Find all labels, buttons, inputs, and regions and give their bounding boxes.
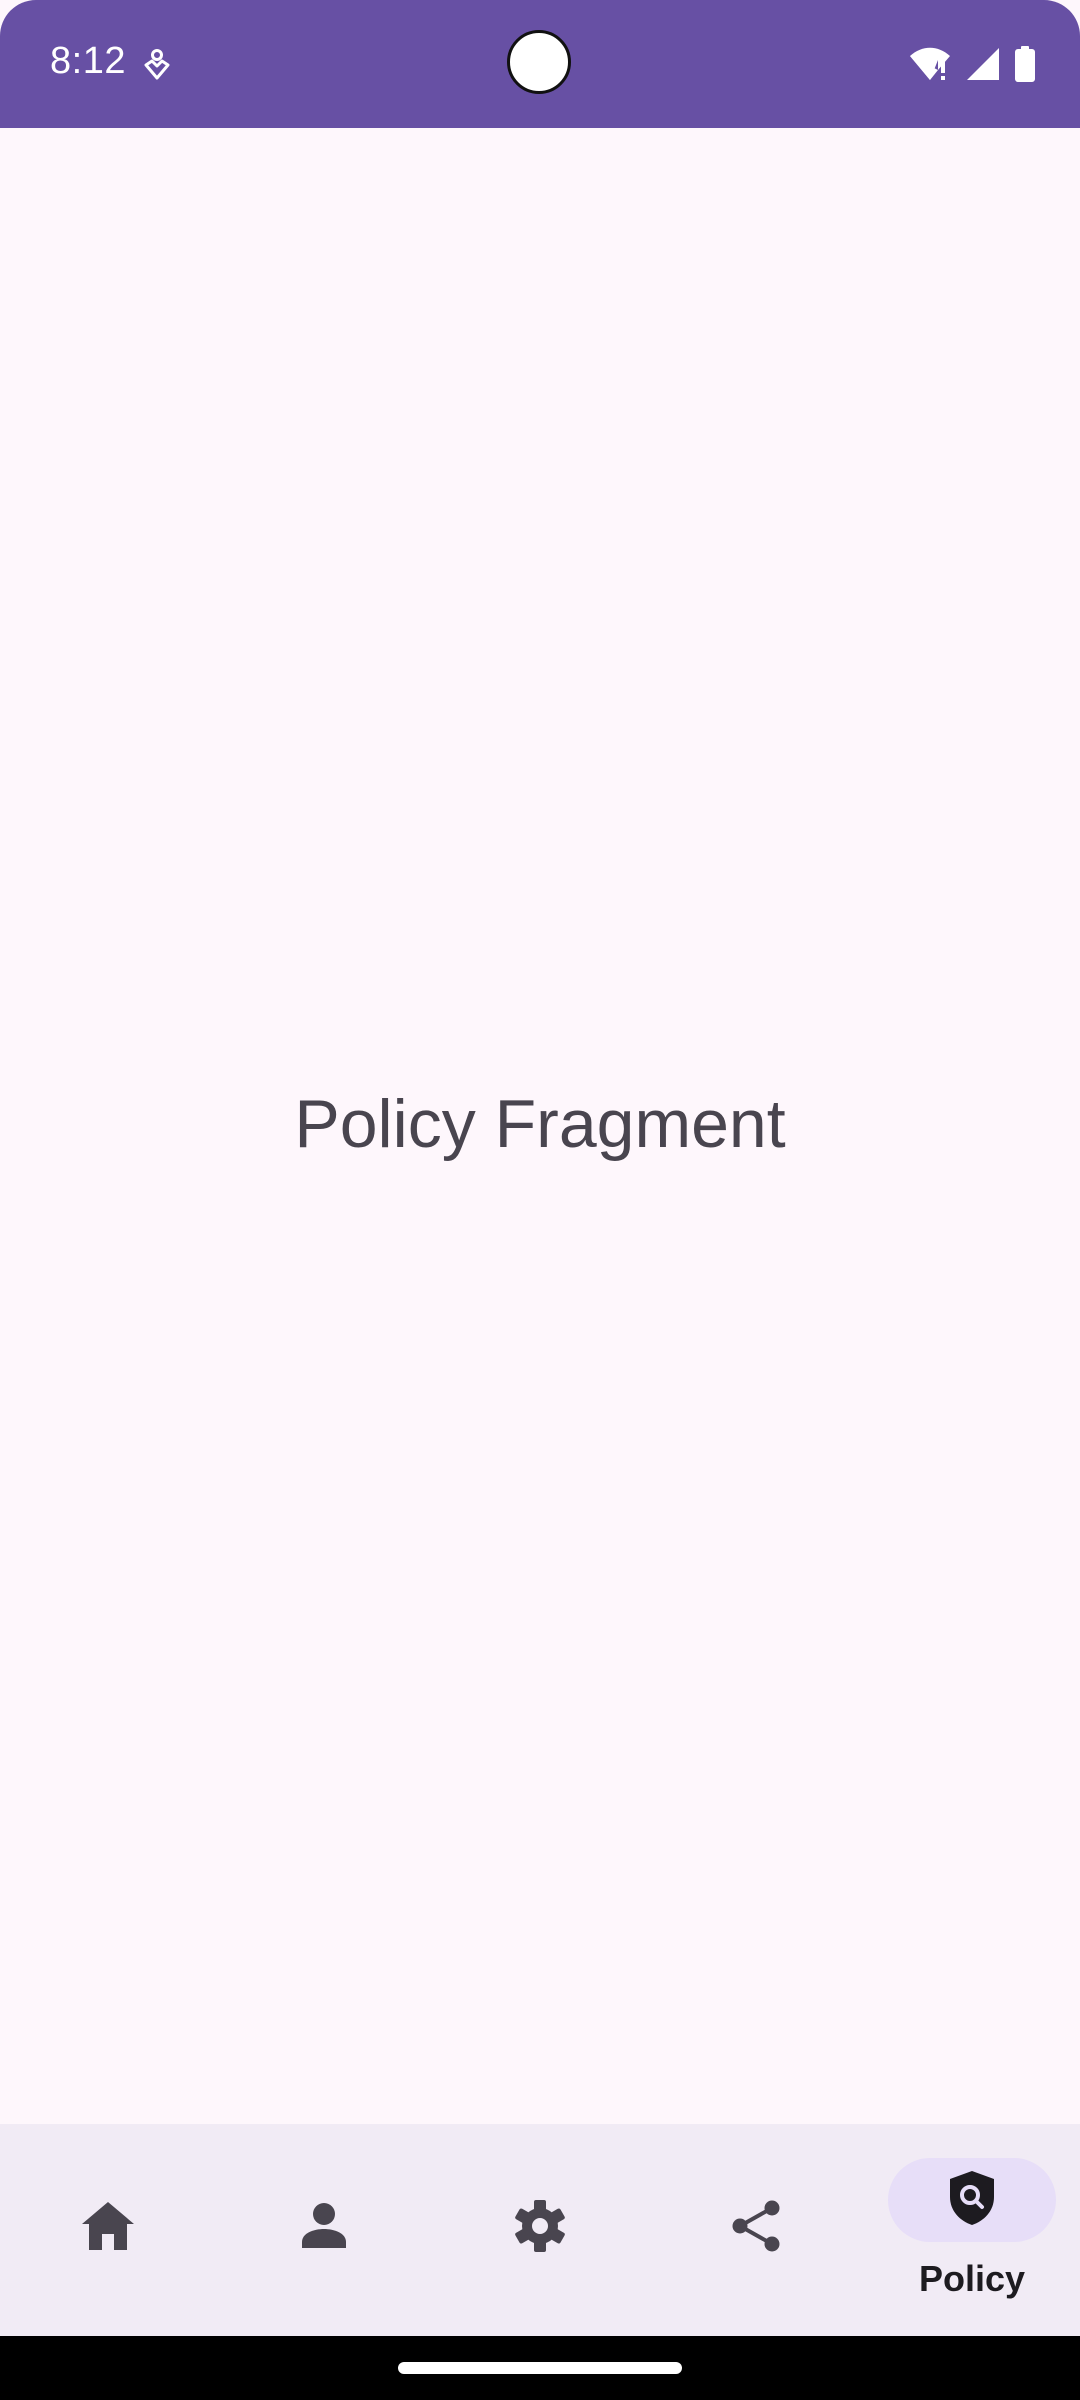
shield-search-icon [948, 2169, 996, 2232]
nav-icon-container [240, 2186, 408, 2270]
notification-icon [142, 48, 172, 82]
person-icon [300, 2202, 348, 2255]
nav-item-settings[interactable] [432, 2124, 648, 2336]
app-screen: 8:12 Policy Fragment Policy [0, 0, 1080, 2400]
battery-icon [1014, 46, 1036, 82]
bottom-navigation: Policy [0, 2124, 1080, 2336]
share-icon [730, 2199, 782, 2258]
signal-icon [966, 47, 1000, 81]
nav-icon-container [672, 2186, 840, 2270]
status-bar: 8:12 [0, 0, 1080, 128]
nav-icon-container [24, 2186, 192, 2270]
nav-item-home[interactable] [0, 2124, 216, 2336]
gesture-handle[interactable] [398, 2362, 682, 2374]
fragment-title: Policy Fragment [294, 1086, 786, 1162]
nav-icon-container [456, 2186, 624, 2270]
nav-item-profile[interactable] [216, 2124, 432, 2336]
gear-icon [513, 2199, 567, 2258]
home-icon [80, 2200, 136, 2257]
wifi-alert-icon [908, 46, 952, 82]
nav-item-share[interactable] [648, 2124, 864, 2336]
status-time: 8:12 [50, 40, 126, 82]
gesture-navigation-bar [0, 2336, 1080, 2400]
status-icons [908, 42, 1036, 86]
fragment-content: Policy Fragment [0, 128, 1080, 2124]
nav-active-indicator [888, 2158, 1056, 2242]
nav-item-policy[interactable]: Policy [864, 2124, 1080, 2336]
camera-cutout [507, 30, 571, 94]
nav-label-policy: Policy [918, 2258, 1026, 2299]
